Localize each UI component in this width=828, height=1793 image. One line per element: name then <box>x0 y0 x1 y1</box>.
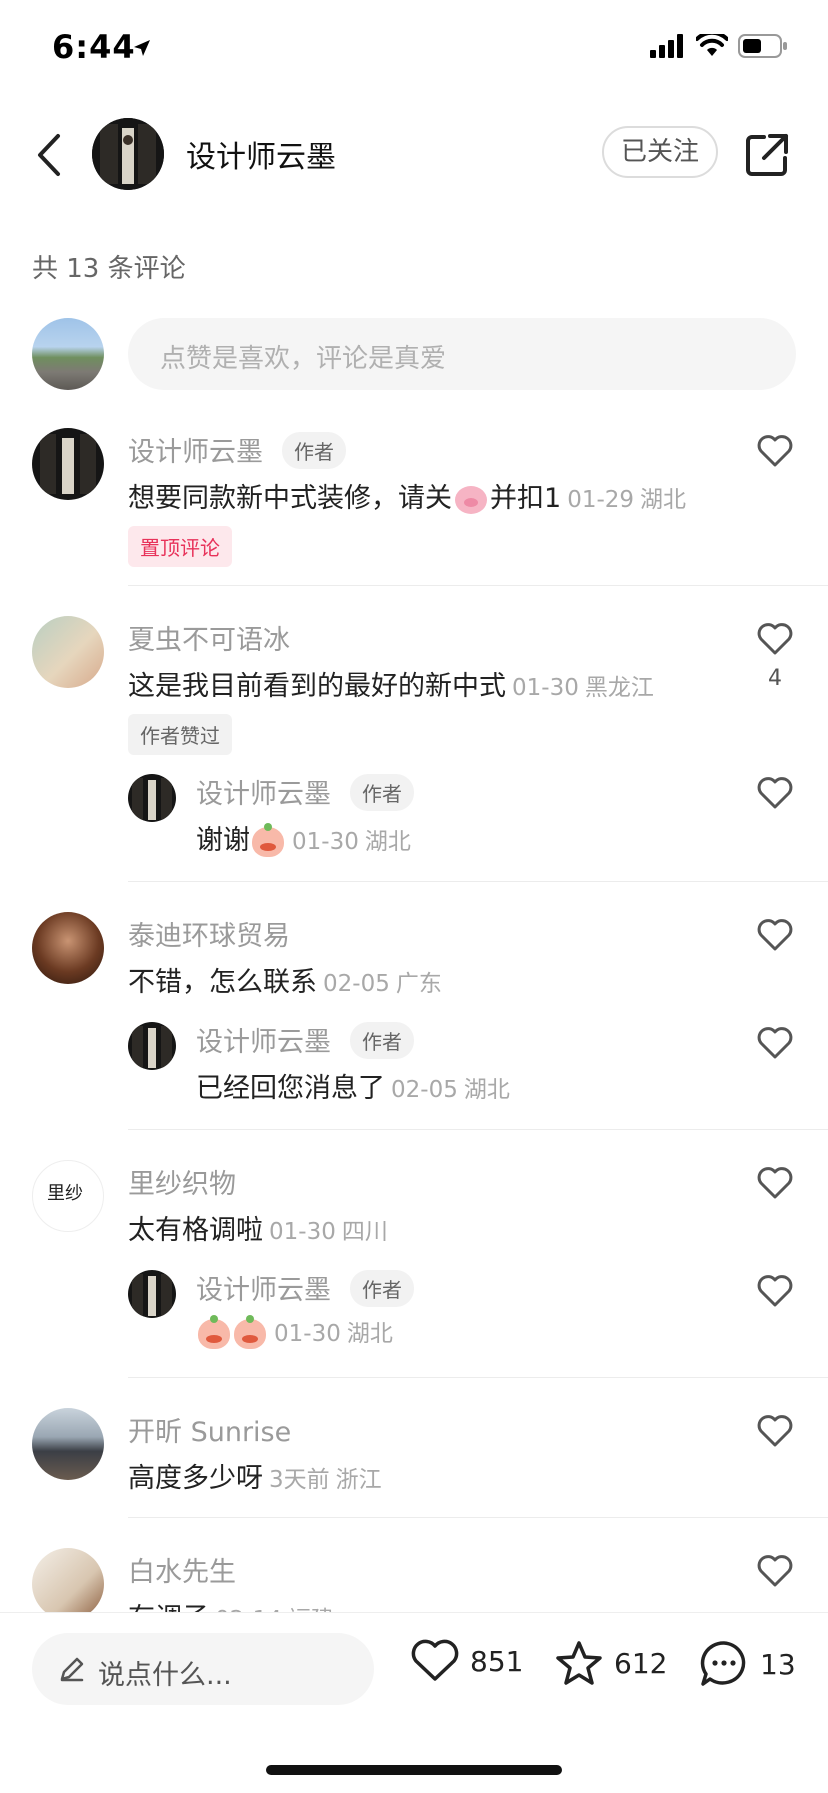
say-placeholder: 说点什么... <box>98 1660 232 1691</box>
peach-emoji-icon <box>234 1314 266 1349</box>
comment-input[interactable]: 点赞是喜欢，评论是真爱 <box>128 318 796 390</box>
status-time: 6:44 <box>52 28 136 66</box>
status-bar: 6:44 <box>0 0 828 100</box>
comment-stat[interactable]: 13 <box>698 1639 796 1689</box>
bottom-action-bar: 说点什么... 851 612 13 <box>0 1612 828 1793</box>
wifi-icon <box>696 34 728 56</box>
star-icon <box>556 1641 602 1685</box>
divider <box>128 585 828 586</box>
author-liked-tag: 作者赞过 <box>128 714 232 755</box>
comment-text: 这是我目前看到的最好的新中式 01-30 黑龙江 <box>128 671 654 702</box>
divider <box>128 1517 828 1518</box>
user-avatar[interactable] <box>32 1408 104 1480</box>
author-name[interactable]: 设计师云墨 <box>186 132 336 176</box>
reply-avatar[interactable] <box>128 1270 176 1318</box>
comment-username[interactable]: 泰迪环球贸易 <box>128 914 290 953</box>
like-heart-icon[interactable] <box>756 1554 794 1588</box>
comment-username[interactable]: 设计师云墨 <box>128 430 263 469</box>
say-something-input[interactable]: 说点什么... <box>32 1633 374 1705</box>
comment-text: 不错，怎么联系 02-05 广东 <box>128 967 442 998</box>
back-arrow-icon[interactable] <box>30 130 70 180</box>
author-badge: 作者 <box>350 1270 414 1307</box>
favorite-total: 612 <box>614 1646 668 1680</box>
like-heart-icon[interactable] <box>756 1274 794 1308</box>
author-badge: 作者 <box>350 774 414 811</box>
like-heart-icon[interactable] <box>756 1166 794 1200</box>
user-avatar[interactable]: 里纱 <box>32 1160 104 1232</box>
status-icons <box>650 34 788 58</box>
reply-username[interactable]: 设计师云墨 <box>196 1020 331 1059</box>
like-heart-icon[interactable] <box>756 776 794 810</box>
cellular-signal-icon <box>650 34 683 58</box>
comment-bubble-icon <box>700 1641 746 1686</box>
reply-username[interactable]: 设计师云墨 <box>196 1268 331 1307</box>
comment-username[interactable]: 白水先生 <box>128 1550 236 1589</box>
my-avatar <box>32 318 104 390</box>
user-avatar[interactable] <box>32 428 104 500</box>
divider <box>128 881 828 882</box>
reply-text: 已经回您消息了 02-05 湖北 <box>196 1073 510 1104</box>
share-icon[interactable] <box>744 132 790 178</box>
like-total: 851 <box>470 1644 524 1678</box>
reply-avatar[interactable] <box>128 774 176 822</box>
author-badge: 作者 <box>350 1022 414 1059</box>
comment-count: 共 13 条评论 <box>32 254 186 284</box>
location-arrow-icon <box>134 40 150 56</box>
comment-text: 有调子02-14福建 <box>128 1596 334 1612</box>
comment-total: 13 <box>760 1647 796 1681</box>
like-stat[interactable]: 851 <box>410 1639 523 1683</box>
like-heart-icon[interactable] <box>756 1414 794 1448</box>
top-nav: 设计师云墨 已关注 <box>0 110 828 200</box>
comment-username[interactable]: 里纱织物 <box>128 1162 236 1201</box>
like-count: 4 <box>768 666 782 691</box>
battery-icon <box>738 34 787 58</box>
comment-item: 白水先生 有调子02-14福建 <box>0 1548 828 1612</box>
pinned-tag: 置顶评论 <box>128 526 232 567</box>
pig-emoji-icon <box>455 485 487 514</box>
heart-icon <box>411 1639 459 1681</box>
peach-emoji-icon <box>198 1314 230 1349</box>
reply-username[interactable]: 设计师云墨 <box>196 772 331 811</box>
like-heart-icon[interactable] <box>756 434 794 468</box>
comment-username[interactable]: 开昕 Sunrise <box>128 1410 291 1449</box>
like-heart-icon[interactable] <box>756 1026 794 1060</box>
author-avatar[interactable] <box>92 118 164 190</box>
user-avatar[interactable] <box>32 1548 104 1612</box>
reply-text: 谢谢 01-30 湖北 <box>196 822 411 857</box>
divider <box>128 1377 828 1378</box>
peach-emoji-icon <box>252 822 284 857</box>
brand-logo-text: 里纱 <box>47 1183 83 1204</box>
favorite-stat[interactable]: 612 <box>554 1639 667 1687</box>
user-avatar[interactable] <box>32 912 104 984</box>
like-heart-icon[interactable] <box>756 622 794 656</box>
reply-text: 01-30 湖北 <box>196 1314 393 1349</box>
comment-text: 太有格调啦 01-30 四川 <box>128 1215 388 1246</box>
comment-username[interactable]: 夏虫不可语冰 <box>128 618 290 657</box>
divider <box>128 1129 828 1130</box>
comment-input-placeholder: 点赞是喜欢，评论是真爱 <box>160 344 447 374</box>
user-avatar[interactable] <box>32 616 104 688</box>
author-badge: 作者 <box>282 432 346 469</box>
following-button[interactable]: 已关注 <box>602 126 718 178</box>
like-heart-icon[interactable] <box>756 918 794 952</box>
comment-text: 想要同款新中式装修，请关 并扣1 01-29 湖北 <box>128 483 687 514</box>
comment-text: 高度多少呀 3天前 浙江 <box>128 1463 382 1494</box>
pencil-icon <box>60 1657 84 1682</box>
reply-avatar[interactable] <box>128 1022 176 1070</box>
home-indicator <box>266 1765 562 1775</box>
